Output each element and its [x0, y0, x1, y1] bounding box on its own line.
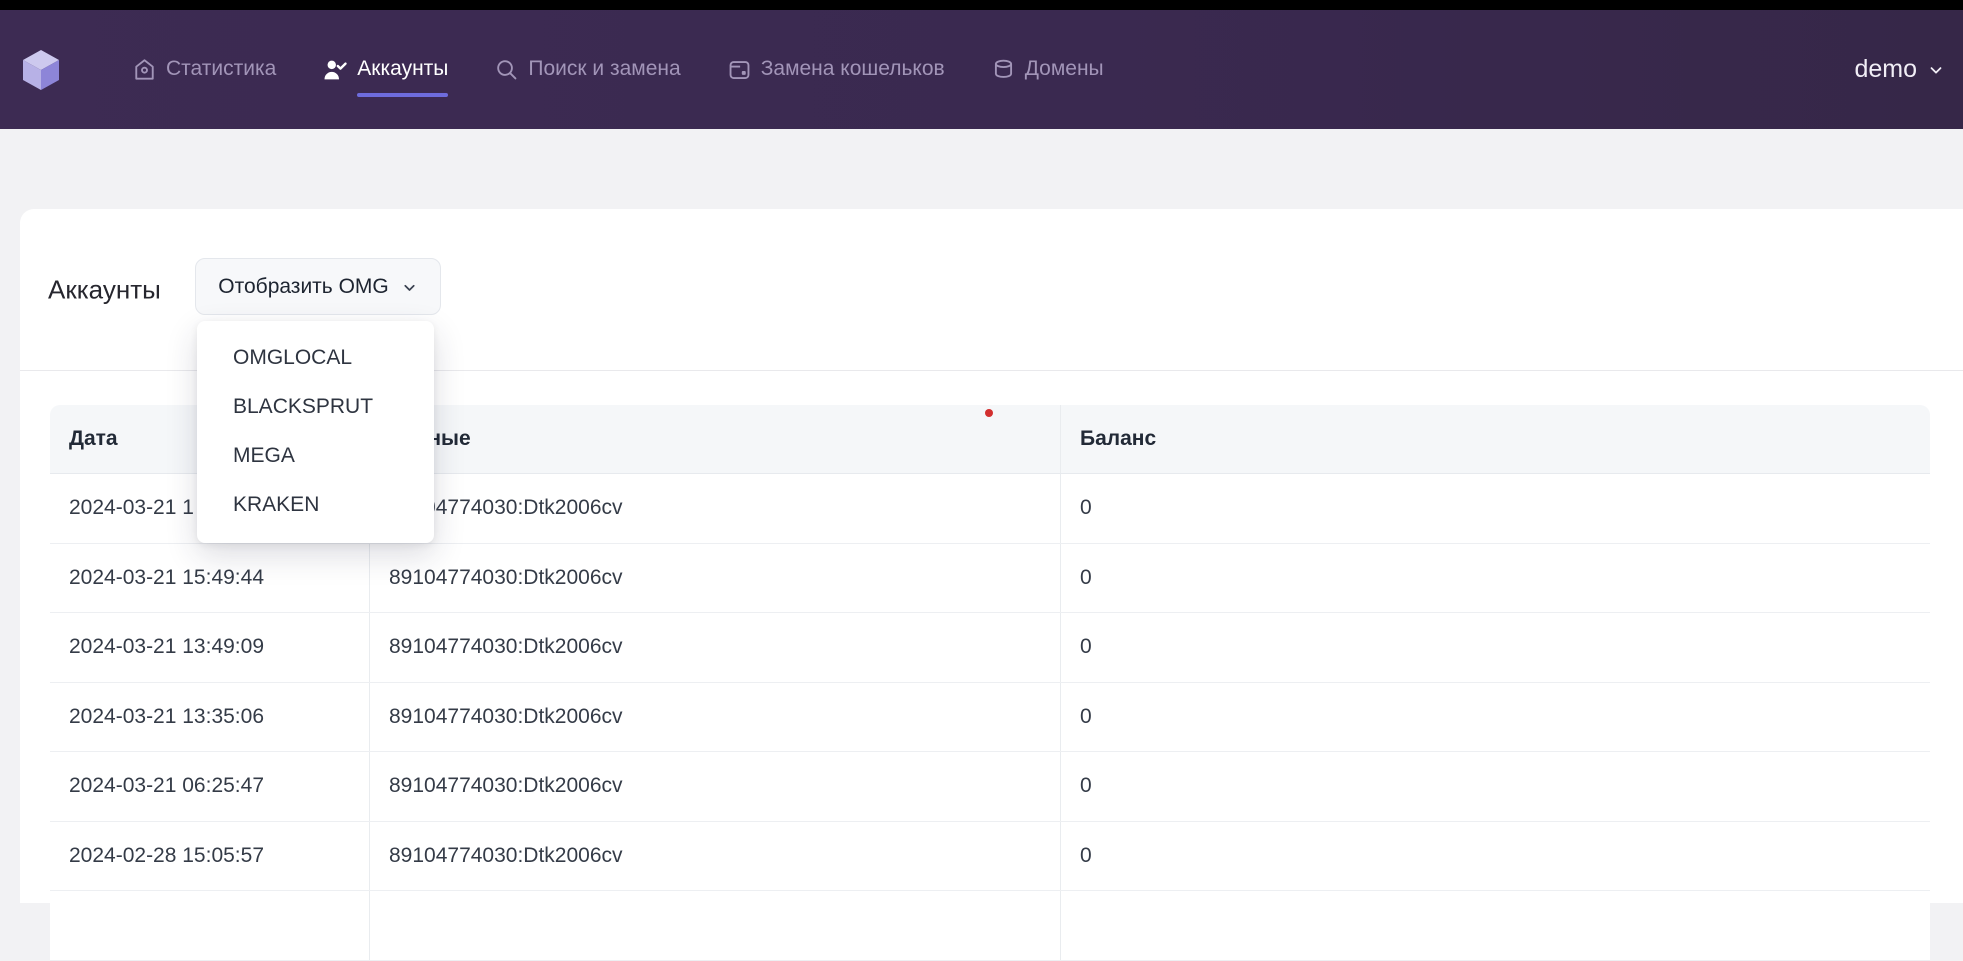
- search-icon: [494, 57, 519, 82]
- user-menu[interactable]: demo: [1854, 55, 1945, 84]
- table-row: 2024-03-21 06:25:47 89104774030:Dtk2006c…: [50, 752, 1930, 822]
- table-row: 2024-02-28 15:05:57 89104774030:Dtk2006c…: [50, 822, 1930, 892]
- nav-item-domains[interactable]: Домены: [991, 10, 1104, 129]
- nav-item-wallet-replace[interactable]: Замена кошельков: [727, 10, 945, 129]
- column-header-balance: Баланс: [1060, 405, 1930, 473]
- cell-data: 89104774030:Dtk2006cv: [369, 613, 1060, 682]
- cell-balance: 0: [1060, 613, 1930, 682]
- brand-logo[interactable]: [22, 49, 60, 91]
- dropdown-option[interactable]: OMGLOCAL: [197, 333, 434, 382]
- cell-date: 2024-03-21 13:35:06: [50, 683, 369, 752]
- cell-balance: 0: [1060, 544, 1930, 613]
- nav-item-statistics[interactable]: Статистика: [132, 10, 276, 129]
- nav-item-label: Аккаунты: [357, 57, 448, 81]
- dropdown-option[interactable]: BLACKSPRUT: [197, 382, 434, 431]
- column-header-data: Данные: [369, 405, 1060, 473]
- cell-data: 89104774030:Dtk2006cv: [369, 544, 1060, 613]
- marketplace-filter-button[interactable]: Отобразить OMG: [195, 258, 441, 315]
- user-check-icon: [322, 57, 348, 83]
- cell-balance: [1060, 891, 1930, 960]
- nav-menu: Статистика Аккаунты Поиск и замена: [132, 10, 1104, 129]
- table-row: [50, 891, 1930, 961]
- dropdown-option[interactable]: KRAKEN: [197, 480, 434, 529]
- content-card: Аккаунты Отобразить OMG Дата Данные Бала…: [20, 209, 1963, 903]
- user-menu-label: demo: [1854, 55, 1917, 84]
- cube-logo-icon: [22, 49, 60, 91]
- table-row: 2024-03-21 13:35:06 89104774030:Dtk2006c…: [50, 683, 1930, 753]
- red-dot-artifact: [985, 409, 993, 417]
- nav-item-accounts[interactable]: Аккаунты: [322, 10, 448, 129]
- cell-data: 89104774030:Dtk2006cv: [369, 822, 1060, 891]
- cell-data: 89104774030:Dtk2006cv: [369, 474, 1060, 543]
- cell-data: 89104774030:Dtk2006cv: [369, 752, 1060, 821]
- table-body: 2024-03-21 1 89104774030:Dtk2006cv 0 202…: [50, 474, 1930, 961]
- cell-balance: 0: [1060, 683, 1930, 752]
- chevron-down-icon: [1927, 61, 1945, 79]
- cell-data: 89104774030:Dtk2006cv: [369, 683, 1060, 752]
- cell-balance: 0: [1060, 822, 1930, 891]
- cell-date: 2024-03-21 06:25:47: [50, 752, 369, 821]
- cell-date: [50, 891, 369, 960]
- cell-data: [369, 891, 1060, 960]
- cell-date: 2024-03-21 13:49:09: [50, 613, 369, 682]
- nav-item-label: Домены: [1025, 57, 1104, 81]
- cell-date: 2024-02-28 15:05:57: [50, 822, 369, 891]
- cell-date: 2024-03-21 15:49:44: [50, 544, 369, 613]
- chevron-down-icon: [401, 279, 418, 296]
- nav-item-label: Поиск и замена: [528, 57, 680, 81]
- marketplace-dropdown-menu: OMGLOCAL BLACKSPRUT MEGA KRAKEN: [197, 321, 434, 543]
- table-row: 2024-03-21 15:49:44 89104774030:Dtk2006c…: [50, 544, 1930, 614]
- cell-balance: 0: [1060, 474, 1930, 543]
- nav-item-label: Статистика: [166, 57, 276, 81]
- wallet-icon: [727, 57, 752, 82]
- database-icon: [991, 57, 1016, 82]
- nav-item-search-replace[interactable]: Поиск и замена: [494, 10, 680, 129]
- home-icon: [132, 57, 157, 82]
- dropdown-option[interactable]: MEGA: [197, 431, 434, 480]
- page-title: Аккаунты: [48, 274, 161, 305]
- cell-balance: 0: [1060, 752, 1930, 821]
- filter-button-label: Отобразить OMG: [218, 275, 388, 299]
- navbar: Статистика Аккаунты Поиск и замена: [0, 10, 1963, 129]
- top-black-strip: [0, 0, 1963, 10]
- table-row: 2024-03-21 13:49:09 89104774030:Dtk2006c…: [50, 613, 1930, 683]
- nav-item-label: Замена кошельков: [761, 57, 945, 81]
